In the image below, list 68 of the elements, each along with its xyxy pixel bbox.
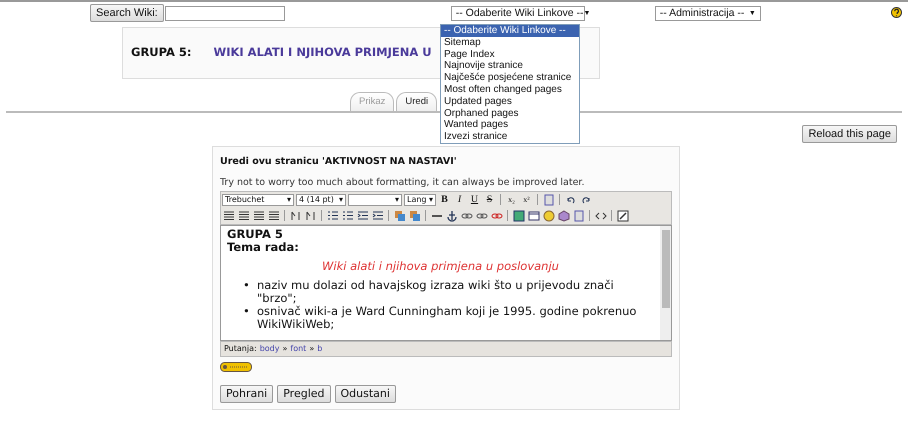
caret-icon: ▾ xyxy=(428,194,433,205)
form-button[interactable]: Odustani xyxy=(334,385,396,404)
indent-icon[interactable] xyxy=(371,209,384,222)
menu-option[interactable]: Updated pages xyxy=(441,96,579,108)
caret-icon: ▾ xyxy=(394,194,399,205)
list-item: osnivač wiki-a je Ward Cunningham koji je 1995. godine pokrenuo WikiWikiWeb; xyxy=(257,304,638,331)
toolbar-select[interactable]: ▾ xyxy=(348,194,402,206)
path-link[interactable]: b xyxy=(317,342,322,355)
color-icon[interactable] xyxy=(393,209,406,222)
path-link[interactable]: body xyxy=(260,342,280,355)
reload-button[interactable]: Reload this page xyxy=(802,125,897,144)
search-button[interactable]: Search Wiki: xyxy=(90,4,164,22)
paste-icon[interactable] xyxy=(572,209,585,222)
group-label: GRUPA 5: xyxy=(131,44,192,62)
bullet-icon: • xyxy=(243,278,257,305)
path-separator: » xyxy=(309,342,314,355)
content-heading: GRUPA 5 xyxy=(227,228,284,241)
color-icon[interactable] xyxy=(408,209,421,222)
format-button[interactable]: B xyxy=(438,193,451,206)
format-button[interactable]: x² xyxy=(520,193,533,206)
format-button[interactable]: U xyxy=(468,193,481,206)
content-subtitle: Wiki alati i njihova primjena u poslovanju xyxy=(321,260,560,273)
menu-option[interactable]: Page Index xyxy=(441,48,579,60)
image-icon[interactable] xyxy=(512,209,525,222)
path-label: Putanja: xyxy=(224,342,257,355)
format-button[interactable]: S xyxy=(483,193,496,206)
scrollbar[interactable] xyxy=(660,226,671,340)
editor-area[interactable] xyxy=(220,224,672,341)
table-icon[interactable] xyxy=(527,209,540,222)
menu-option[interactable]: Most often changed pages xyxy=(441,84,579,96)
menu-option[interactable]: -- Odaberite Wiki Linkove -- xyxy=(441,25,579,37)
content-heading: Tema rada: xyxy=(227,240,300,254)
toolbar-select[interactable]: Trebuchet ▾ xyxy=(222,194,294,206)
search-field[interactable] xyxy=(164,6,285,20)
list-icon[interactable] xyxy=(326,209,339,222)
format-button[interactable]: I xyxy=(453,193,466,206)
path-link[interactable]: font xyxy=(290,342,306,355)
paste-icon[interactable] xyxy=(542,193,555,206)
tab[interactable]: Uredi xyxy=(396,92,438,112)
bullet-icon: • xyxy=(243,304,257,331)
paragraph-icon[interactable] xyxy=(304,209,317,222)
path-separator: » xyxy=(282,342,288,355)
menu-option[interactable]: Sitemap xyxy=(441,36,579,49)
align-icon[interactable] xyxy=(252,209,265,222)
indent-icon[interactable] xyxy=(356,209,369,222)
align-icon[interactable] xyxy=(267,209,280,222)
form-button[interactable]: Pohrani xyxy=(220,385,274,404)
menu-option[interactable]: Najčešće posjećene stranice xyxy=(441,72,579,84)
align-icon[interactable] xyxy=(237,209,250,222)
toolbar-select[interactable]: Lang ▾ xyxy=(404,194,436,206)
form-button[interactable]: Pregled xyxy=(277,385,331,404)
menu-option[interactable]: Wanted pages xyxy=(441,119,579,132)
menu-option[interactable]: Najnovije stranice xyxy=(441,60,579,72)
caret-icon: ▾ xyxy=(286,194,291,205)
align-icon[interactable] xyxy=(222,209,235,222)
menu-option[interactable]: Orphaned pages xyxy=(441,108,579,120)
editor-heading: Uredi ovu stranicu 'AKTIVNOST NA NASTAVI' xyxy=(220,155,458,170)
toolbar-select[interactable]: 4 (14 pt) ▾ xyxy=(296,194,346,206)
format-button[interactable]: x₂ xyxy=(505,193,518,206)
format-hint: Try not to worry too much about formatting, it can always be improved later. xyxy=(220,176,586,190)
expand-icon[interactable] xyxy=(616,209,629,222)
anchor-icon[interactable] xyxy=(445,209,458,222)
list-icon[interactable] xyxy=(341,209,354,222)
menu-option[interactable]: Izvezi stranice xyxy=(441,131,579,143)
list-item: naziv mu dolazi od havajskog izraza wiki što u prijevodu znači "brzo"; xyxy=(257,278,615,305)
paragraph-icon[interactable] xyxy=(289,209,302,222)
caret-icon: ▾ xyxy=(338,194,343,205)
page-title: WIKI ALATI I NJIHOVA PRIMJENA U xyxy=(214,44,432,62)
